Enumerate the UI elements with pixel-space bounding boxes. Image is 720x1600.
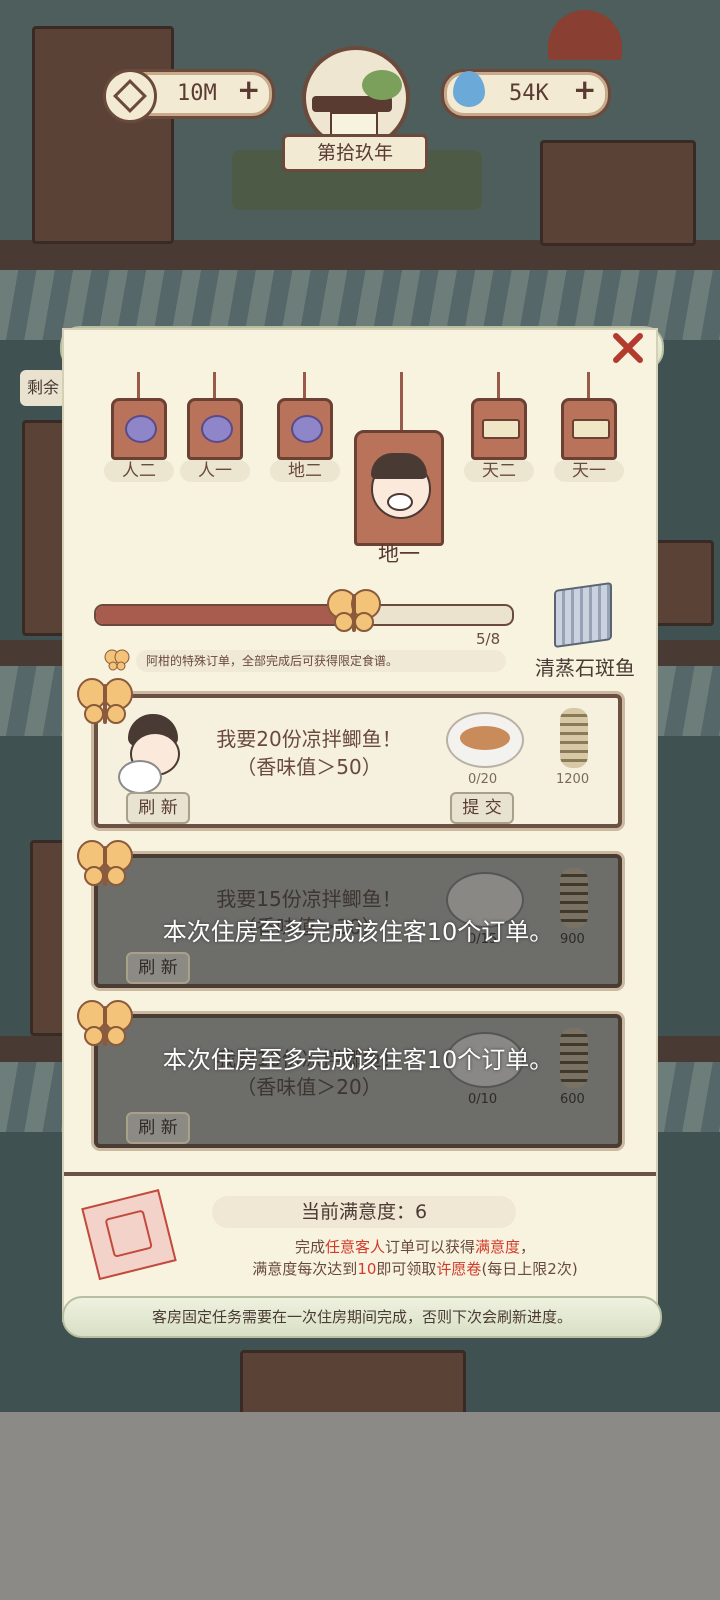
water-drop-icon bbox=[449, 61, 489, 111]
bed-decoration bbox=[240, 1350, 466, 1412]
text: 完成 bbox=[294, 1238, 325, 1256]
order-card: 我要20份凉拌鲫鱼！ （香味值＞50） 0/20 1200 刷 新 提 交 bbox=[94, 694, 622, 828]
scroll-icon bbox=[561, 398, 617, 460]
text: 即可领取 bbox=[376, 1260, 437, 1278]
tab-label: 地二 bbox=[270, 460, 340, 482]
highlight-text: 许愿卷 bbox=[436, 1260, 482, 1278]
order-reward: 600 bbox=[560, 1092, 585, 1107]
tab-label: 天二 bbox=[464, 460, 534, 482]
bottom-area bbox=[0, 1412, 720, 1600]
highlight-text: 满意度 bbox=[475, 1238, 521, 1256]
tab-label: 人二 bbox=[104, 460, 174, 482]
refresh-button[interactable]: 刷 新 bbox=[126, 792, 190, 824]
satisfaction-line1: 完成任意客人订单可以获得满意度， bbox=[190, 1236, 640, 1258]
cabinet-decoration bbox=[32, 26, 174, 244]
recipe-scroll-icon[interactable] bbox=[548, 581, 614, 649]
purple-bun-icon bbox=[187, 398, 243, 460]
tab-tian-yi[interactable]: 天一 bbox=[554, 372, 624, 484]
butterfly-icon bbox=[76, 998, 134, 1050]
highlight-text: 任意客人 bbox=[324, 1238, 385, 1256]
order-reward: 1200 bbox=[556, 772, 590, 787]
satisfaction-title: 当前满意度：6 bbox=[212, 1196, 516, 1228]
order-condition: （香味值＞50） bbox=[236, 755, 382, 779]
purple-bun-icon bbox=[277, 398, 333, 460]
satisfaction-line2: 满意度每次达到10即可领取许愿卷(每日上限2次) bbox=[190, 1258, 640, 1280]
order-count: 0/20 bbox=[468, 772, 498, 787]
room-sign: 剩余 bbox=[20, 370, 66, 406]
tab-label: 人一 bbox=[180, 460, 250, 482]
progress-fill bbox=[96, 606, 356, 624]
scroll-icon bbox=[471, 398, 527, 460]
essence-amount: 54K bbox=[509, 81, 549, 106]
butterfly-icon bbox=[76, 838, 134, 890]
add-essence-icon[interactable]: + bbox=[573, 73, 596, 106]
order-request: 我要20份凉拌鲫鱼！ bbox=[216, 727, 402, 751]
customer-portrait-icon bbox=[354, 430, 444, 546]
order-card-locked: 我要15份凉拌鲫鱼！ （香味值＞30） 0/15 900 刷 新 本次住房至多完… bbox=[94, 854, 622, 988]
refresh-button[interactable]: 刷 新 bbox=[126, 952, 190, 984]
tab-di-er[interactable]: 地二 bbox=[270, 372, 340, 484]
footer-note: 客房固定任务需要在一次住房期间完成，否则下次会刷新进度。 bbox=[151, 1308, 572, 1326]
coin-amount: 10M bbox=[177, 81, 217, 106]
coin-icon bbox=[103, 69, 157, 123]
butterfly-icon bbox=[326, 586, 382, 636]
year-label: 第拾玖年 bbox=[282, 134, 428, 172]
tab-label: 地一 bbox=[378, 542, 420, 566]
order-progress-bar bbox=[94, 604, 514, 626]
coin-resource[interactable]: 10M + bbox=[103, 69, 272, 123]
butterfly-icon bbox=[76, 676, 134, 728]
coin-string-icon bbox=[556, 708, 592, 768]
tab-ren-er[interactable]: 人二 bbox=[104, 372, 174, 484]
reward-recipe-name: 清蒸石斑鱼 bbox=[535, 656, 635, 680]
text: 满意度每次达到 bbox=[252, 1260, 358, 1278]
text: 订单可以获得 bbox=[384, 1238, 475, 1256]
text: (每日上限2次) bbox=[481, 1260, 578, 1278]
fish-dish-icon bbox=[446, 712, 524, 768]
special-order-note: 阿柑的特殊订单，全部完成后可获得限定食谱。 bbox=[136, 650, 506, 672]
tab-label: 天一 bbox=[554, 460, 624, 482]
order-card-locked: 我要10份凉拌鲫鱼！ （香味值＞20） 0/10 600 刷 新 本次住房至多完… bbox=[94, 1014, 622, 1148]
butterfly-small-icon bbox=[104, 648, 130, 672]
order-request: 我要15份凉拌鲫鱼！ bbox=[216, 887, 402, 911]
order-limit-message: 本次住房至多完成该住客10个订单。 bbox=[162, 918, 554, 946]
text: ， bbox=[520, 1238, 536, 1256]
divider bbox=[64, 1172, 656, 1176]
panel-bottom-rod: 客房固定任务需要在一次住房期间完成，否则下次会刷新进度。 bbox=[62, 1296, 662, 1338]
side-table-decoration bbox=[648, 540, 714, 626]
plate-icon bbox=[118, 760, 162, 794]
submit-button[interactable]: 提 交 bbox=[450, 792, 514, 824]
year-emblem: 第拾玖年 bbox=[282, 46, 428, 172]
purple-bun-icon bbox=[111, 398, 167, 460]
order-condition: （香味值＞20） bbox=[236, 1075, 382, 1099]
refresh-button[interactable]: 刷 新 bbox=[126, 1112, 190, 1144]
essence-resource[interactable]: 54K + bbox=[444, 71, 608, 116]
close-icon bbox=[613, 333, 643, 363]
close-button[interactable] bbox=[610, 330, 646, 366]
tier-tabs: 人二 人一 地二 地一 天二 天一 bbox=[88, 372, 648, 566]
tab-di-yi-selected[interactable]: 地一 bbox=[354, 372, 450, 566]
add-coin-icon[interactable]: + bbox=[237, 73, 260, 106]
highlight-text: 10 bbox=[357, 1260, 377, 1278]
progress-count: 5/8 bbox=[476, 630, 501, 648]
order-limit-message: 本次住房至多完成该住客10个订单。 bbox=[162, 1046, 554, 1074]
order-count: 0/10 bbox=[468, 1092, 498, 1107]
tab-tian-er[interactable]: 天二 bbox=[464, 372, 534, 484]
desk-decoration bbox=[540, 140, 696, 246]
tab-ren-yi[interactable]: 人一 bbox=[180, 372, 250, 484]
